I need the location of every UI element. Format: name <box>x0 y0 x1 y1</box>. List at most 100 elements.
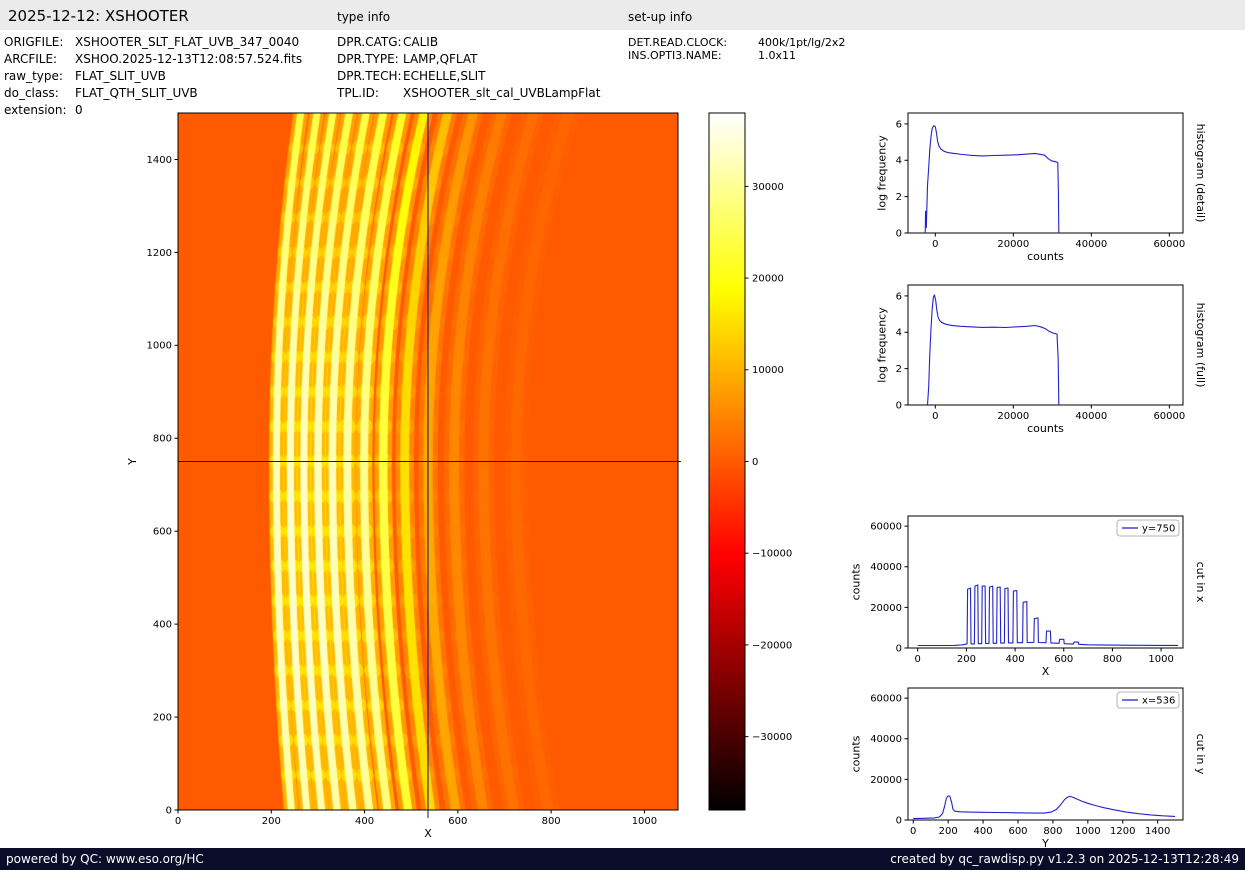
metadata-label: ARCFILE: <box>4 52 58 66</box>
metadata-label: extension: <box>4 103 67 117</box>
svg-text:2: 2 <box>896 364 902 375</box>
setup-info-block: DET.READ.CLOCK: 400k/1pt/lg/2x2 INS.OPTI3… <box>628 36 845 62</box>
metadata-value: 0 <box>75 103 83 117</box>
svg-text:histogram (full): histogram (full) <box>1194 303 1207 388</box>
metadata-label: TPL.ID: <box>337 86 379 100</box>
svg-text:0: 0 <box>896 228 902 239</box>
svg-text:1200: 1200 <box>1110 826 1135 837</box>
svg-text:0: 0 <box>932 239 938 250</box>
svg-text:40000: 40000 <box>1075 239 1107 250</box>
svg-text:1400: 1400 <box>147 155 172 166</box>
header-bar: 2025-12-12: XSHOOTER type info set-up in… <box>0 0 1245 30</box>
metadata-value: 400k/1pt/lg/2x2 <box>758 36 846 49</box>
metadata-label: do_class: <box>4 86 59 100</box>
metadata-row: ARCFILE: XSHOO.2025-12-13T12:08:57.524.fi… <box>4 51 302 68</box>
metadata-label: DPR.TECH: <box>337 69 402 83</box>
metadata-value: CALIB <box>403 35 439 49</box>
svg-text:600: 600 <box>153 527 172 538</box>
metadata-value: FLAT_QTH_SLIT_UVB <box>75 86 198 100</box>
svg-text:20000: 20000 <box>997 239 1029 250</box>
svg-text:600: 600 <box>1054 654 1073 665</box>
metadata-label: DPR.CATG: <box>337 35 402 49</box>
svg-text:4: 4 <box>896 156 902 167</box>
svg-text:4: 4 <box>896 328 902 339</box>
svg-text:60000: 60000 <box>870 694 902 705</box>
svg-text:−30000: −30000 <box>752 732 792 743</box>
metadata-row: TPL.ID: XSHOOTER_slt_cal_UVBLampFlat <box>337 85 600 102</box>
svg-text:1000: 1000 <box>1148 654 1173 665</box>
svg-text:0: 0 <box>175 816 181 827</box>
footer-left-text: powered by QC: www.eso.org/HC <box>6 852 204 866</box>
svg-text:0: 0 <box>932 411 938 422</box>
svg-text:400: 400 <box>153 620 172 631</box>
cut-in-x-plot: 0 200 400 600 800 1000 0 20000 40000 60000 Xcounts… <box>850 515 1207 678</box>
svg-text:histogram (detail): histogram (detail) <box>1194 124 1207 223</box>
svg-text:200: 200 <box>957 654 976 665</box>
svg-text:−20000: −20000 <box>752 640 792 651</box>
footer-right-text: created by qc_rawdisp.py v1.2.3 on 2025-… <box>890 852 1239 866</box>
svg-text:0: 0 <box>896 815 902 826</box>
svg-text:60000: 60000 <box>1153 411 1185 422</box>
metadata-row: do_class: FLAT_QTH_SLIT_UVB <box>4 85 302 102</box>
svg-text:counts: counts <box>850 735 863 772</box>
svg-text:40000: 40000 <box>1075 411 1107 422</box>
svg-text:20000: 20000 <box>997 411 1029 422</box>
svg-text:200: 200 <box>153 712 172 723</box>
type-info-block: DPR.CATG:CALIB DPR.TYPE: LAMP,QFLAT DPR.T… <box>337 34 600 102</box>
svg-text:6: 6 <box>896 291 902 302</box>
svg-text:400: 400 <box>1006 654 1025 665</box>
svg-text:0: 0 <box>752 457 758 468</box>
svg-text:800: 800 <box>1043 826 1062 837</box>
svg-text:20000: 20000 <box>870 775 902 786</box>
svg-text:Y: Y <box>126 458 139 466</box>
svg-text:20000: 20000 <box>752 273 784 284</box>
svg-text:X: X <box>1042 665 1050 678</box>
svg-text:log frequency: log frequency <box>876 135 889 211</box>
metadata-value: XSHOOTER_slt_cal_UVBLampFlat <box>403 86 601 100</box>
cut-in-y-plot: 0 200 400 600 800 1000 1200 1400 0 20000 40000 6000… <box>850 687 1207 850</box>
svg-text:6: 6 <box>896 119 902 130</box>
svg-text:x=536: x=536 <box>1142 695 1175 706</box>
file-metadata-block: ORIGFILE: XSHOOTER_SLT_FLAT_UVB_347_0040 … <box>4 34 302 119</box>
svg-text:0: 0 <box>896 400 902 411</box>
svg-text:60000: 60000 <box>870 522 902 533</box>
svg-text:1200: 1200 <box>147 248 172 259</box>
metadata-row: DPR.TECH:ECHELLE,SLIT <box>337 68 600 85</box>
svg-text:40000: 40000 <box>870 562 902 573</box>
metadata-label: DET.READ.CLOCK: <box>628 36 728 49</box>
page-title: 2025-12-12: XSHOOTER <box>8 7 189 25</box>
svg-text:0: 0 <box>915 654 921 665</box>
metadata-label: DPR.TYPE: <box>337 52 399 66</box>
svg-text:y=750: y=750 <box>1142 523 1175 534</box>
qc-rawdisp-report: 2025-12-12: XSHOOTER type info set-up in… <box>0 0 1245 870</box>
svg-text:−10000: −10000 <box>752 549 792 560</box>
svg-text:400: 400 <box>974 826 993 837</box>
footer-bar: powered by QC: www.eso.org/HC created by… <box>0 848 1245 870</box>
svg-text:400: 400 <box>355 816 374 827</box>
svg-text:1400: 1400 <box>1145 826 1170 837</box>
svg-text:30000: 30000 <box>752 182 784 193</box>
svg-text:0: 0 <box>166 805 172 816</box>
svg-text:0: 0 <box>910 826 916 837</box>
svg-text:40000: 40000 <box>870 734 902 745</box>
metadata-value: FLAT_SLIT_UVB <box>75 69 166 83</box>
svg-text:20000: 20000 <box>870 603 902 614</box>
type-info-heading: type info <box>337 10 391 24</box>
svg-text:counts: counts <box>850 563 863 600</box>
histogram-full-plot: 0 20000 40000 60000 0 2 4 6 counts log frequency h… <box>876 284 1207 435</box>
metadata-row: ORIGFILE: XSHOOTER_SLT_FLAT_UVB_347_0040 <box>4 34 302 51</box>
svg-text:60000: 60000 <box>1153 239 1185 250</box>
svg-text:600: 600 <box>448 816 467 827</box>
metadata-label: ORIGFILE: <box>4 35 64 49</box>
setup-info-heading: set-up info <box>628 10 693 24</box>
histogram-detail-plot: 0 20000 40000 60000 0 2 4 6 counts log frequency h… <box>876 112 1207 263</box>
svg-text:200: 200 <box>939 826 958 837</box>
metadata-row: DPR.CATG:CALIB <box>337 34 600 51</box>
metadata-row: INS.OPTI3.NAME: 1.0x11 <box>628 49 845 62</box>
metadata-value: ECHELLE,SLIT <box>403 69 486 83</box>
svg-text:X: X <box>424 827 432 840</box>
svg-text:cut in x: cut in x <box>1194 562 1207 603</box>
svg-text:800: 800 <box>1103 654 1122 665</box>
metadata-row: DPR.TYPE: LAMP,QFLAT <box>337 51 600 68</box>
svg-text:600: 600 <box>1008 826 1027 837</box>
